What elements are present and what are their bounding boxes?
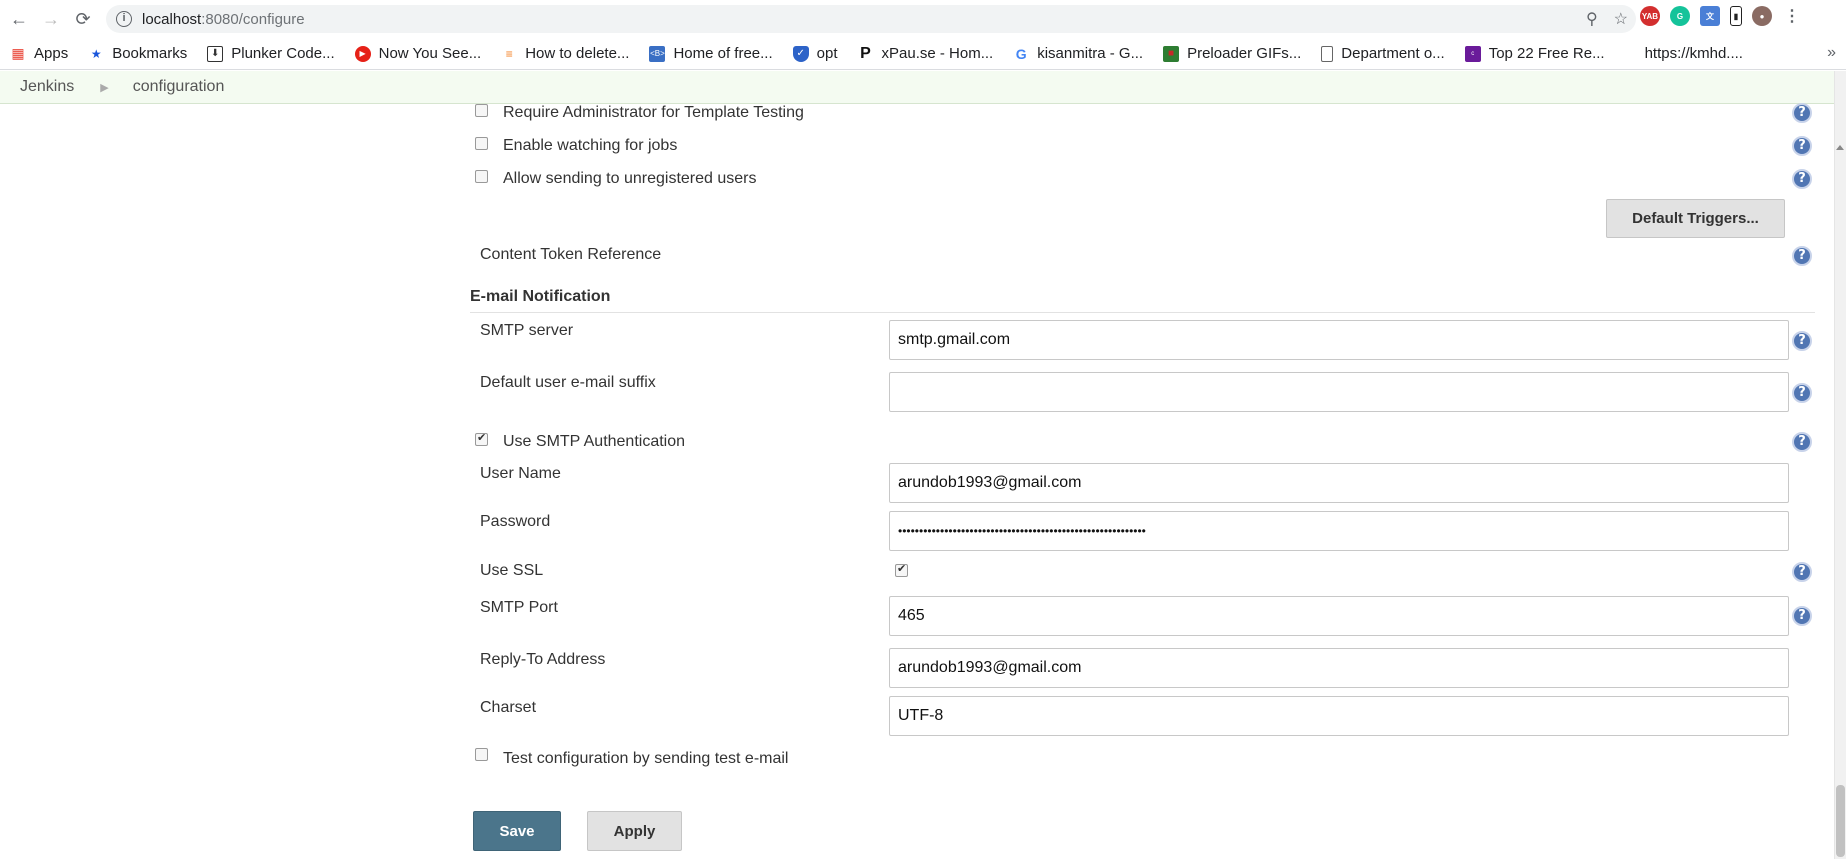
- zoom-icon[interactable]: ⚲: [1586, 9, 1598, 29]
- bookmark-item[interactable]: https://kmhd....: [1645, 45, 1743, 62]
- help-icon[interactable]: ?: [1792, 606, 1812, 626]
- smtp-server-label: SMTP server: [480, 322, 574, 339]
- use-ssl-checkbox[interactable]: [895, 562, 908, 577]
- enable-watching-checkbox[interactable]: [475, 137, 488, 150]
- test-config-label: Test configuration by sending test e-mai…: [503, 750, 789, 767]
- bookmark-item[interactable]: ▦ Apps: [10, 45, 68, 62]
- content-token-label[interactable]: Content Token Reference: [480, 246, 661, 264]
- bookmarks-bar: ▦ Apps ★ Bookmarks ⬇ Plunker Code... ▶ N…: [0, 38, 1846, 70]
- preloader-icon: ■: [1163, 45, 1180, 62]
- bookmark-item[interactable]: c Top 22 Free Re...: [1464, 45, 1605, 62]
- bookmark-item[interactable]: ≡ How to delete...: [501, 45, 630, 62]
- apply-button[interactable]: Apply: [587, 811, 682, 851]
- username-input[interactable]: arundob1993@gmail.com: [889, 463, 1789, 503]
- url-host: localhost: [142, 10, 202, 28]
- breadcrumb-configuration[interactable]: configuration: [133, 78, 225, 96]
- section-divider: [470, 312, 1815, 313]
- bookmark-item[interactable]: P xPau.se - Hom...: [858, 44, 993, 63]
- forward-arrow-icon[interactable]: →: [38, 6, 64, 32]
- charset-input[interactable]: UTF-8: [889, 696, 1789, 736]
- smtp-port-input[interactable]: 465: [889, 596, 1789, 636]
- menu-kebab-icon[interactable]: ⋮: [1782, 6, 1802, 26]
- allow-unregistered-checkbox[interactable]: [475, 170, 488, 183]
- default-triggers-button[interactable]: Default Triggers...: [1606, 199, 1785, 238]
- reply-to-input[interactable]: arundob1993@gmail.com: [889, 648, 1789, 688]
- reply-to-label: Reply-To Address: [480, 651, 606, 668]
- page-scrollbar[interactable]: [1834, 71, 1846, 859]
- password-label: Password: [480, 513, 551, 530]
- star-icon: ★: [90, 46, 102, 61]
- google-icon: G: [1015, 45, 1027, 62]
- require-admin-label: Require Administrator for Template Testi…: [503, 104, 804, 121]
- url-bar[interactable]: i localhost:8080/configure ⚲ ☆: [106, 5, 1636, 33]
- enable-watching-label: Enable watching for jobs: [503, 137, 678, 154]
- reload-icon[interactable]: ⟳: [70, 6, 96, 32]
- apps-grid-icon: ▦: [11, 45, 25, 61]
- charset-label: Charset: [480, 699, 537, 716]
- grammarly-icon[interactable]: G: [1670, 6, 1690, 26]
- document-icon: [1321, 45, 1334, 62]
- plunker-icon: ⬇: [207, 45, 224, 62]
- use-ssl-label: Use SSL: [480, 562, 544, 579]
- help-icon[interactable]: ?: [1792, 562, 1812, 582]
- username-label: User Name: [480, 465, 561, 482]
- bookmark-item[interactable]: ★ Bookmarks: [88, 45, 187, 62]
- password-input[interactable]: ••••••••••••••••••••••••••••••••••••••••…: [889, 511, 1789, 551]
- help-icon[interactable]: ?: [1792, 169, 1812, 189]
- bookmark-item[interactable]: G kisanmitra - G...: [1013, 45, 1143, 62]
- use-smtp-auth-label: Use SMTP Authentication: [503, 433, 686, 450]
- bookmark-item[interactable]: ▶ Now You See...: [354, 45, 481, 62]
- chevron-right-icon[interactable]: ▶: [100, 81, 108, 94]
- bookmark-item[interactable]: ✓ opt: [792, 45, 838, 62]
- browser-toolbar: ← → ⟳ i localhost:8080/configure ⚲ ☆ YAB…: [0, 0, 1846, 38]
- email-suffix-label: Default user e-mail suffix: [480, 374, 656, 391]
- site-info-icon[interactable]: i: [116, 11, 132, 27]
- yab-extension-icon[interactable]: YAB: [1640, 6, 1660, 26]
- smtp-server-input[interactable]: smtp.gmail.com: [889, 320, 1789, 360]
- test-config-checkbox[interactable]: [475, 748, 488, 761]
- youtube-icon: ▶: [354, 45, 371, 62]
- shield-icon: ✓: [792, 45, 809, 62]
- scroll-up-arrow-icon[interactable]: [1836, 145, 1844, 150]
- allow-unregistered-label: Allow sending to unregistered users: [503, 170, 757, 187]
- breadcrumb: Jenkins ▶ configuration: [0, 71, 1840, 104]
- email-notification-heading: E-mail Notification: [470, 288, 611, 305]
- save-button[interactable]: Save: [473, 811, 561, 851]
- help-icon[interactable]: ?: [1792, 432, 1812, 452]
- bookmark-star-icon[interactable]: ☆: [1614, 9, 1628, 29]
- help-icon[interactable]: ?: [1792, 331, 1812, 351]
- back-arrow-icon[interactable]: ←: [6, 6, 32, 32]
- bookmark-item[interactable]: ■ Preloader GIFs...: [1163, 45, 1301, 62]
- require-admin-checkbox[interactable]: [475, 104, 488, 117]
- help-icon[interactable]: ?: [1792, 103, 1812, 123]
- bootstrap-icon: <B>: [649, 45, 666, 62]
- use-smtp-auth-checkbox[interactable]: [475, 431, 488, 446]
- breadcrumb-jenkins[interactable]: Jenkins: [20, 78, 74, 96]
- profile-avatar-icon[interactable]: ●: [1752, 6, 1772, 26]
- bookmark-item[interactable]: Department o...: [1321, 45, 1445, 62]
- p-logo-icon: P: [860, 44, 871, 62]
- email-suffix-input[interactable]: [889, 372, 1789, 412]
- help-icon[interactable]: ?: [1792, 136, 1812, 156]
- battery-extension-icon[interactable]: ▮: [1730, 6, 1742, 26]
- smtp-port-label: SMTP Port: [480, 599, 558, 616]
- stackoverflow-icon: ≡: [505, 46, 513, 61]
- url-path: :8080/configure: [201, 10, 305, 28]
- double-chevron-right-icon[interactable]: »: [1827, 44, 1836, 62]
- bookmark-item[interactable]: ⬇ Plunker Code...: [207, 45, 335, 62]
- translate-icon[interactable]: 文: [1700, 6, 1720, 26]
- bookmark-item[interactable]: <B> Home of free...: [649, 45, 773, 62]
- help-icon[interactable]: ?: [1792, 246, 1812, 266]
- colorlib-icon: c: [1464, 45, 1481, 62]
- scrollbar-thumb[interactable]: [1836, 785, 1845, 857]
- help-icon[interactable]: ?: [1792, 383, 1812, 403]
